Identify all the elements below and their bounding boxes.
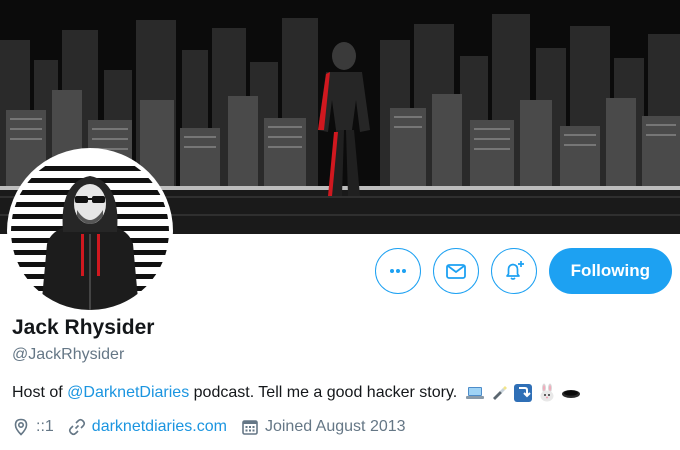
location-item: ::1	[12, 418, 54, 436]
mention-link[interactable]: @DarknetDiaries	[67, 384, 189, 402]
return-arrow-icon	[513, 383, 533, 403]
avatar	[11, 152, 169, 310]
joined-item: Joined August 2013	[241, 418, 406, 436]
profile-handle: @JackRhysider	[12, 346, 125, 363]
profile-actions: Following	[374, 248, 672, 294]
profile-bio: Host of @DarknetDiaries podcast. Tell me…	[12, 383, 581, 403]
website-link[interactable]: darknetdiaries.com	[92, 418, 227, 436]
profile-avatar[interactable]	[7, 148, 173, 314]
calendar-icon	[242, 420, 258, 435]
more-button[interactable]	[374, 248, 421, 294]
profile-meta: ::1 darknetdiaries.com Joined August 201…	[12, 418, 420, 436]
hooded-hacker-avatar-image	[11, 152, 169, 310]
laptop-icon	[465, 383, 485, 403]
bio-text-prefix: Host of	[12, 384, 68, 401]
flashlight-icon	[489, 383, 509, 403]
rabbit-icon	[537, 383, 557, 403]
message-button[interactable]	[432, 248, 479, 294]
hole-icon	[561, 383, 581, 403]
profile-name: Jack Rhysider	[12, 316, 155, 339]
website-item: darknetdiaries.com	[68, 418, 227, 436]
location-text: ::1	[36, 418, 54, 435]
link-icon	[68, 418, 85, 436]
location-pin-icon	[14, 418, 28, 436]
following-button[interactable]: Following	[548, 248, 672, 294]
joined-text: Joined August 2013	[264, 418, 406, 435]
bell-plus-icon	[505, 261, 524, 280]
more-icon	[389, 269, 406, 273]
notifications-button[interactable]	[490, 248, 537, 294]
bio-text-suffix: podcast. Tell me a good hacker story.	[189, 384, 458, 401]
mail-icon	[445, 264, 466, 279]
